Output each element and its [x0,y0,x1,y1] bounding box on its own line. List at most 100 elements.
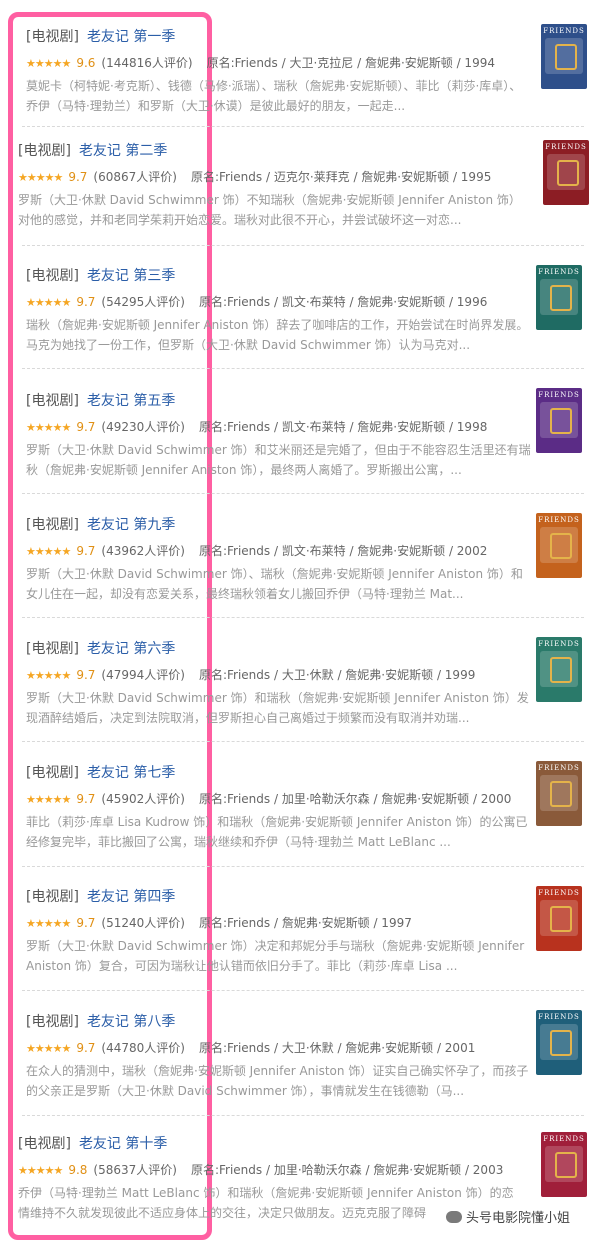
category-tag: [电视剧] [26,641,79,657]
description: 瑞秋（詹妮弗·安妮斯顿 Jennifer Aniston 饰）辞去了咖啡店的工作… [26,318,529,352]
rating-count: (44780人评价) [101,1041,185,1055]
rating-count: (144816人评价) [101,56,193,70]
rating-stars: ★★★★★ [26,296,71,309]
divider [22,126,584,127]
show-title-link[interactable]: 老友记 第六季 [87,641,175,657]
poster-image[interactable]: FRIENDS [541,24,587,89]
rating-score: 9.8 [68,1163,88,1177]
category-tag: [电视剧] [26,29,79,45]
poster-image[interactable]: FRIENDS [536,637,582,702]
divider [22,493,584,494]
show-title-link[interactable]: 老友记 第七季 [87,765,175,781]
poster-title: FRIENDS [543,27,585,35]
original-info: 原名:Friends / 詹妮弗·安妮斯顿 / 1997 [198,916,412,930]
category-tag: [电视剧] [26,889,79,905]
poster-image[interactable]: FRIENDS [541,1132,587,1197]
rating-count: (47994人评价) [101,668,185,682]
poster-image[interactable]: FRIENDS [543,140,589,205]
original-info: 原名:Friends / 凯文·布莱特 / 詹妮弗·安妮斯顿 / 2002 [198,544,488,558]
show-title-link[interactable]: 老友记 第八季 [87,1014,175,1030]
poster-title: FRIENDS [538,764,580,772]
rating-score: 9.7 [76,792,96,806]
original-info: 原名:Friends / 迈克尔·莱拜克 / 詹妮弗·安妮斯顿 / 1995 [190,170,492,184]
poster-image[interactable]: FRIENDS [536,265,582,330]
category-tag: [电视剧] [26,765,79,781]
rating-count: (43962人评价) [101,544,185,558]
original-info: 原名:Friends / 大卫·休默 / 詹妮弗·安妮斯顿 / 1999 [198,668,476,682]
poster-title: FRIENDS [538,1013,580,1021]
category-tag: [电视剧] [26,517,79,533]
divider [22,245,584,246]
description: 罗斯（大卫·休默 David Schwimmer 饰）、瑞秋（詹妮弗·安妮斯顿 … [26,567,523,601]
show-title-link[interactable]: 老友记 第三季 [87,268,175,284]
poster-image[interactable]: FRIENDS [536,388,582,453]
original-info: 原名:Friends / 大卫·休默 / 詹妮弗·安妮斯顿 / 2001 [198,1041,476,1055]
rating-score: 9.7 [76,1041,96,1055]
original-info: 原名:Friends / 加里·哈勒沃尔森 / 詹妮弗·安妮斯顿 / 2000 [198,792,512,806]
description: 罗斯（大卫·休默 David Schwimmer 饰）和瑞秋（詹妮弗·安妮斯顿 … [26,691,529,725]
description: 罗斯（大卫·休默 David Schwimmer 饰）决定和邦妮分手与瑞秋（詹妮… [26,939,525,973]
description: 在众人的猜测中，瑞秋（詹妮弗·安妮斯顿 Jennifer Aniston 饰）证… [26,1064,529,1098]
description: 罗斯（大卫·休默 David Schwimmer 饰）不知瑞秋（詹妮弗·安妮斯顿… [18,193,521,227]
category-tag: [电视剧] [26,1014,79,1030]
poster-image[interactable]: FRIENDS [536,886,582,951]
rating-score: 9.7 [68,170,88,184]
watermark-text: 头号电影院懂小姐 [466,1211,571,1226]
rating-stars: ★★★★★ [26,1042,71,1055]
poster-image[interactable]: FRIENDS [536,1010,582,1075]
show-title-link[interactable]: 老友记 第九季 [87,517,175,533]
rating-score: 9.7 [76,420,96,434]
poster-title: FRIENDS [543,1135,585,1143]
category-tag: [电视剧] [18,143,71,159]
divider [22,990,584,991]
original-info: 原名:Friends / 加里·哈勒沃尔森 / 詹妮弗·安妮斯顿 / 2003 [190,1163,504,1177]
rating-count: (60867人评价) [93,170,177,184]
show-title-link[interactable]: 老友记 第五季 [87,393,175,409]
description: 莫妮卡（柯特妮·考克斯）、钱德（马修·派瑞）、瑞秋（詹妮弗·安妮斯顿）、菲比（莉… [26,79,522,113]
poster-title: FRIENDS [538,889,580,897]
rating-stars: ★★★★★ [26,917,71,930]
original-info: 原名:Friends / 凯文·布莱特 / 詹妮弗·安妮斯顿 / 1998 [198,420,488,434]
show-title-link[interactable]: 老友记 第四季 [87,889,175,905]
divider [22,617,584,618]
poster-title: FRIENDS [545,143,587,151]
poster-title: FRIENDS [538,391,580,399]
rating-score: 9.7 [76,544,96,558]
divider [22,741,584,742]
show-title-link[interactable]: 老友记 第一季 [87,29,175,45]
rating-count: (58637人评价) [93,1163,177,1177]
rating-stars: ★★★★★ [26,793,71,806]
rating-count: (45902人评价) [101,792,185,806]
divider [22,1115,584,1116]
watermark: 头号电影院懂小姐 [446,1207,570,1226]
show-title-link[interactable]: 老友记 第十季 [79,1136,167,1152]
rating-score: 9.7 [76,668,96,682]
rating-stars: ★★★★★ [26,545,71,558]
show-title-link[interactable]: 老友记 第二季 [79,143,167,159]
description: 罗斯（大卫·休默 David Schwimmer 饰）和艾米丽还是完婚了，但由于… [26,443,531,477]
rating-stars: ★★★★★ [18,1164,63,1177]
rating-count: (54295人评价) [101,295,185,309]
poster-image[interactable]: FRIENDS [536,513,582,578]
rating-score: 9.6 [76,56,96,70]
original-info: 原名:Friends / 大卫·克拉尼 / 詹妮弗·安妮斯顿 / 1994 [206,56,495,70]
rating-score: 9.7 [76,295,96,309]
rating-stars: ★★★★★ [26,669,71,682]
poster-title: FRIENDS [538,640,580,648]
category-tag: [电视剧] [26,393,79,409]
poster-image[interactable]: FRIENDS [536,761,582,826]
rating-score: 9.7 [76,916,96,930]
category-tag: [电视剧] [26,268,79,284]
rating-stars: ★★★★★ [18,171,63,184]
poster-title: FRIENDS [538,516,580,524]
poster-title: FRIENDS [538,268,580,276]
divider [22,368,584,369]
rating-stars: ★★★★★ [26,57,71,70]
divider [22,866,584,867]
rating-count: (49230人评价) [101,420,185,434]
wechat-icon [446,1211,462,1223]
rating-count: (51240人评价) [101,916,185,930]
category-tag: [电视剧] [18,1136,71,1152]
original-info: 原名:Friends / 凯文·布莱特 / 詹妮弗·安妮斯顿 / 1996 [198,295,488,309]
description: 菲比（莉莎·库卓 Lisa Kudrow 饰）和瑞秋（詹妮弗·安妮斯顿 Jenn… [26,815,528,849]
